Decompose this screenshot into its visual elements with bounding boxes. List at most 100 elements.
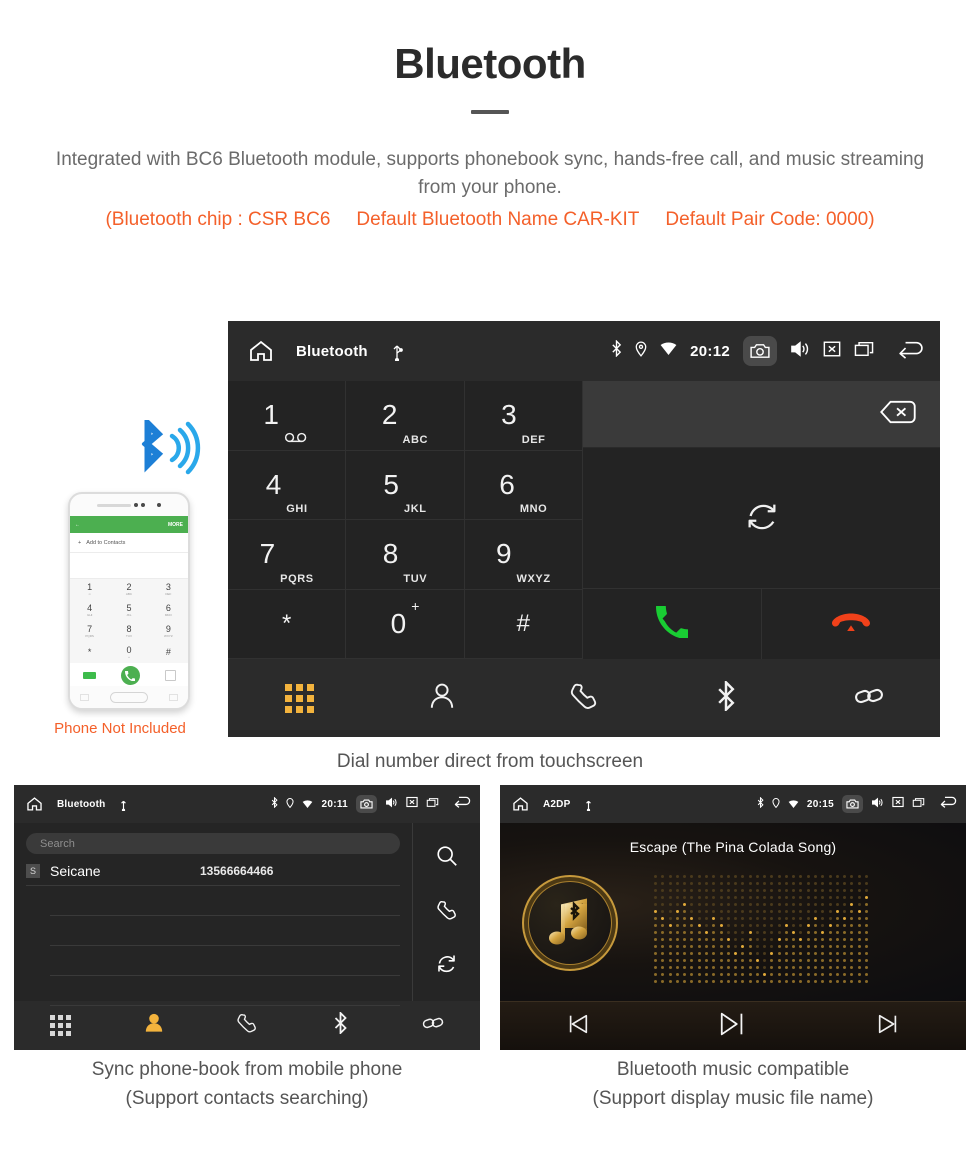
phone-key-digit: 0 [126, 645, 132, 655]
contact-empty-row [50, 886, 400, 916]
music-controls [500, 1001, 966, 1050]
recent-apps-icon[interactable] [912, 795, 925, 813]
phone-key-digit: 1 [87, 582, 93, 592]
dialer-key-star[interactable]: * [228, 589, 347, 659]
tab-keypad[interactable] [228, 683, 370, 713]
tab-call-log[interactable] [200, 1012, 293, 1039]
volume-icon[interactable] [385, 795, 398, 813]
dialer-key-letters: TUV [403, 572, 428, 585]
contact-empty-row [50, 916, 400, 946]
back-icon[interactable] [896, 339, 926, 364]
contacts-title: Bluetooth [57, 798, 106, 810]
back-icon[interactable] [453, 795, 472, 813]
back-icon[interactable] [939, 795, 958, 813]
bluetooth-icon [333, 1010, 348, 1039]
close-box-icon[interactable] [892, 795, 904, 813]
dialer-key-4[interactable]: 4 GHI [228, 450, 347, 520]
volume-icon[interactable] [790, 340, 810, 363]
hangup-button[interactable] [762, 589, 940, 659]
dialer-key-5[interactable]: 5 JKL [346, 450, 465, 520]
tab-bluetooth[interactable] [294, 1010, 387, 1039]
spec-line: (Bluetooth chip : CSR BC6 Default Bluetoo… [0, 209, 980, 231]
phone-key-letters: WXYZ [163, 634, 173, 638]
wifi-icon [788, 795, 799, 813]
music-note-icon [549, 898, 587, 945]
dialer-key-digit: 3 [501, 399, 517, 431]
call-button[interactable] [583, 589, 762, 659]
audio-spectrum-visualizer [652, 873, 870, 985]
tab-pair[interactable] [387, 1012, 480, 1039]
close-box-icon[interactable] [823, 340, 841, 363]
phone-icon[interactable] [436, 899, 458, 926]
phone-key-letters: ABC [125, 592, 133, 596]
previous-track-button[interactable] [500, 1012, 655, 1041]
backspace-icon[interactable] [878, 399, 918, 430]
dialer-key-2[interactable]: 2 ABC [346, 381, 465, 451]
play-pause-button[interactable] [655, 1010, 810, 1043]
usb-icon [390, 341, 404, 363]
bluetooth-icon [611, 339, 622, 362]
dialer-key-digit: # [516, 609, 530, 637]
usb-icon [584, 798, 593, 812]
dialer-key-letters: GHI [286, 503, 308, 515]
tab-call-log[interactable] [513, 681, 655, 716]
phone-nav-bar [70, 686, 188, 708]
dialer-title: Bluetooth [296, 342, 368, 360]
home-icon[interactable] [26, 796, 43, 812]
recent-apps-icon[interactable] [426, 795, 439, 813]
dialer-key-letters: JKL [403, 503, 427, 515]
camera-icon[interactable] [743, 336, 777, 366]
location-icon [772, 795, 780, 813]
tab-bluetooth[interactable] [655, 678, 797, 716]
dialer-key-8[interactable]: 8 TUV [346, 520, 465, 590]
tab-keypad[interactable] [14, 1015, 107, 1036]
sync-icon[interactable] [435, 952, 458, 980]
music-caption: Bluetooth music compatible (Support disp… [500, 1056, 966, 1113]
dialer-key-0[interactable]: 0 + [346, 589, 465, 659]
usb-icon [119, 798, 128, 812]
search-input[interactable]: Search [26, 833, 400, 854]
music-body: Escape (The Pina Colada Song) [500, 823, 966, 1001]
location-icon [286, 795, 295, 813]
camera-icon[interactable] [842, 795, 863, 813]
contact-row[interactable]: S Seicane 13566664466 [26, 856, 400, 886]
home-icon[interactable] [248, 339, 274, 363]
tab-contacts[interactable] [107, 1012, 200, 1039]
search-icon[interactable] [435, 844, 459, 873]
dialer-key-letters: PQRS [280, 572, 314, 585]
voicemail-icon [284, 431, 310, 446]
previous-track-icon [566, 1012, 590, 1041]
tab-contacts[interactable] [370, 681, 512, 716]
number-input-display[interactable] [583, 381, 940, 448]
dialer-key-6[interactable]: 6 MNO [464, 450, 583, 520]
dialer-key-3[interactable]: 3 DEF [464, 381, 583, 451]
recent-apps-icon[interactable] [854, 340, 874, 363]
home-icon[interactable] [512, 796, 529, 812]
wifi-icon [302, 795, 313, 813]
redial-button[interactable] [583, 448, 940, 589]
hangup-icon [832, 610, 870, 639]
volume-icon[interactable] [871, 795, 884, 813]
dialer-key-7[interactable]: 7 PQRS [228, 520, 347, 590]
next-track-button[interactable] [811, 1012, 966, 1041]
dialer-key-digit: 6 [499, 468, 515, 500]
dialer-key-hash[interactable]: # [464, 589, 583, 659]
dialer-key-9[interactable]: 9 WXYZ [464, 520, 583, 590]
phone-key-4: 4 GHI [70, 600, 109, 621]
contacts-icon [427, 681, 457, 716]
phone-key-letters: JKL [126, 613, 132, 617]
phone-key-0: 0 + [109, 642, 148, 663]
contact-initial-badge: S [26, 863, 40, 878]
tab-pair[interactable] [798, 681, 940, 716]
phone-key-letters: DEF [165, 592, 172, 596]
camera-icon[interactable] [356, 795, 377, 813]
music-clock: 20:15 [806, 798, 834, 810]
phone-call-button [120, 666, 140, 685]
search-placeholder: Search [40, 837, 75, 850]
contacts-icon [143, 1012, 165, 1039]
phone-key-digit: 7 [87, 624, 93, 634]
dialer-key-1[interactable]: 1 [228, 381, 347, 451]
close-box-icon[interactable] [406, 795, 418, 813]
plus-icon: + [78, 539, 82, 546]
phone-key-9: 9 WXYZ [149, 621, 188, 642]
